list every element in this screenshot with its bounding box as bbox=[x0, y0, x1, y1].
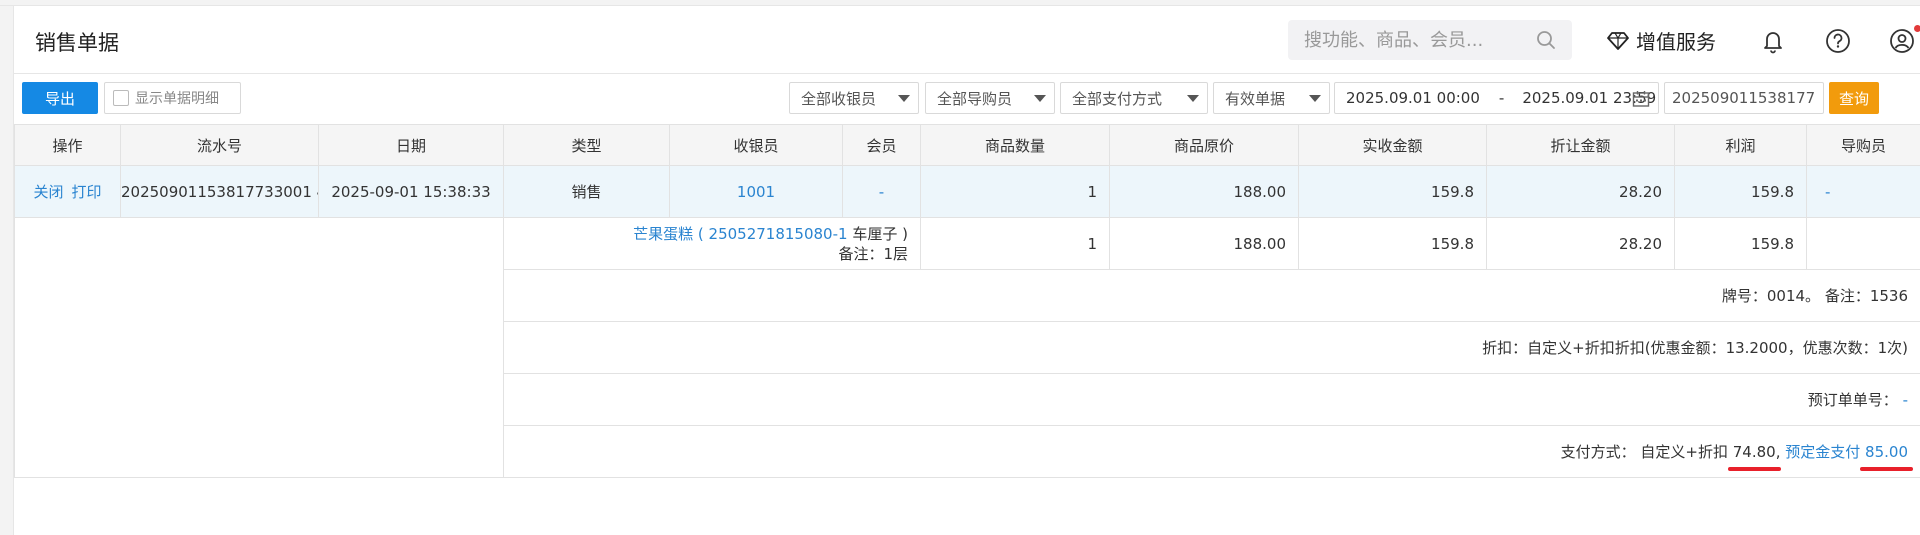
payment-select[interactable]: 全部支付方式 bbox=[1060, 82, 1208, 114]
serial-cell: 20250901153817733001 4 bbox=[120, 165, 319, 218]
bell-icon[interactable] bbox=[1759, 27, 1787, 55]
discount-cell: 28.20 bbox=[1486, 165, 1675, 218]
calendar-icon[interactable] bbox=[1632, 90, 1650, 108]
guide-select-value: 全部导购员 bbox=[937, 89, 1013, 108]
search-input[interactable] bbox=[1304, 29, 1524, 51]
guide-select[interactable]: 全部导购员 bbox=[925, 82, 1055, 114]
payment-cell: 支付方式： 自定义+折扣 74.80, 预定金支付 85.00 bbox=[503, 425, 1920, 478]
serial-search-input[interactable] bbox=[1664, 82, 1824, 114]
user-avatar-icon[interactable] bbox=[1888, 27, 1916, 55]
item-paren-close: ) bbox=[902, 224, 908, 243]
item-original-price-cell: 188.00 bbox=[1109, 217, 1299, 270]
qty-cell: 1 bbox=[920, 165, 1110, 218]
row-actions: 关闭 打印 bbox=[14, 165, 121, 218]
profit-cell: 159.8 bbox=[1674, 165, 1807, 218]
sales-table: 操作 流水号 日期 类型 收银员 会员 商品数量 商品原价 实收金额 折让金额 … bbox=[14, 124, 1920, 478]
col-header-member: 会员 bbox=[842, 124, 921, 166]
notification-dot bbox=[1914, 25, 1920, 32]
chevron-down-icon bbox=[1034, 95, 1046, 102]
plate-note-cell: 牌号：0014。 备注：1536 bbox=[503, 269, 1920, 322]
item-paren-open: ( bbox=[697, 224, 704, 243]
item-note: 备注：1层 bbox=[838, 244, 908, 263]
member-cell[interactable]: - bbox=[842, 165, 921, 218]
col-header-discount: 折让金额 bbox=[1486, 124, 1675, 166]
table-header-row: 操作 流水号 日期 类型 收银员 会员 商品数量 商品原价 实收金额 折让金额 … bbox=[14, 124, 1920, 166]
payment-select-value: 全部支付方式 bbox=[1072, 89, 1163, 108]
col-header-actions: 操作 bbox=[14, 124, 121, 166]
chevron-down-icon bbox=[1187, 95, 1199, 102]
col-header-qty: 商品数量 bbox=[920, 124, 1110, 166]
show-details-label: 显示单据明细 bbox=[135, 91, 219, 107]
col-header-original-price: 商品原价 bbox=[1109, 124, 1299, 166]
date-cell: 2025-09-01 15:38:33 bbox=[318, 165, 504, 218]
item-spec: 车厘子 bbox=[852, 224, 898, 243]
discount-info-cell: 折扣：自定义+折扣折扣(优惠金额：13.2000，优惠次数：1次) bbox=[503, 321, 1920, 374]
date-range-picker[interactable]: 2025.09.01 00:00 - 2025.09.01 23:59 bbox=[1334, 82, 1659, 114]
chevron-down-icon bbox=[1309, 95, 1321, 102]
item-name-link[interactable]: 芒果蛋糕 bbox=[633, 225, 693, 243]
date-separator: - bbox=[1498, 89, 1505, 107]
filter-toolbar: 导出 显示单据明细 全部收银员 全部导购员 全部支付方式 有效单据 2025.0… bbox=[14, 73, 1920, 124]
status-select-value: 有效单据 bbox=[1225, 89, 1286, 108]
guide-cell[interactable]: - bbox=[1806, 165, 1920, 218]
search-icon[interactable] bbox=[1536, 30, 1556, 50]
item-row: 芒果蛋糕 ( 2505271815080-1 车厘子 ) 备注：1层 1 188… bbox=[14, 217, 1920, 478]
payment-method-2[interactable]: 预定金支付 bbox=[1785, 443, 1860, 461]
item-discount-cell: 28.20 bbox=[1486, 217, 1675, 270]
diamond-icon bbox=[1607, 31, 1629, 50]
item-detail-cell: 芒果蛋糕 ( 2505271815080-1 车厘子 ) 备注：1层 bbox=[503, 217, 921, 270]
value-added-service-label: 增值服务 bbox=[1636, 30, 1716, 54]
global-search[interactable] bbox=[1288, 20, 1572, 60]
cashier-select[interactable]: 全部收银员 bbox=[789, 82, 919, 114]
preorder-value[interactable]: - bbox=[1903, 391, 1908, 409]
value-added-service-button[interactable]: 增值服务 bbox=[1606, 26, 1716, 55]
chevron-down-icon bbox=[898, 95, 910, 102]
payment-amount-1: 74.80 bbox=[1727, 443, 1781, 471]
show-details-toggle[interactable]: 显示单据明细 bbox=[104, 82, 241, 114]
detail-spacer bbox=[14, 217, 504, 478]
print-link[interactable]: 打印 bbox=[72, 183, 102, 201]
export-button[interactable]: 导出 bbox=[22, 82, 98, 114]
payment-comma: , bbox=[1775, 443, 1781, 461]
item-guide-cell bbox=[1806, 217, 1920, 270]
col-header-profit: 利润 bbox=[1674, 124, 1807, 166]
cashier-select-value: 全部收银员 bbox=[801, 89, 877, 108]
payment-method-1: 自定义+折扣 bbox=[1640, 443, 1728, 461]
col-header-type: 类型 bbox=[503, 124, 670, 166]
item-profit-cell: 159.8 bbox=[1674, 217, 1807, 270]
cashier-cell[interactable]: 1001 bbox=[669, 165, 843, 218]
status-select[interactable]: 有效单据 bbox=[1213, 82, 1330, 114]
date-start[interactable]: 2025.09.01 00:00 bbox=[1346, 89, 1480, 107]
preorder-cell: 预订单单号： - bbox=[503, 373, 1920, 426]
item-qty-cell: 1 bbox=[920, 217, 1110, 270]
query-button[interactable]: 查询 bbox=[1829, 82, 1879, 114]
close-link[interactable]: 关闭 bbox=[33, 183, 63, 201]
col-header-guide: 导购员 bbox=[1806, 124, 1920, 166]
col-header-received: 实收金额 bbox=[1298, 124, 1487, 166]
payment-amount-2: 85.00 bbox=[1860, 443, 1913, 471]
preorder-label: 预订单单号： bbox=[1807, 391, 1898, 409]
received-cell: 159.8 bbox=[1298, 165, 1487, 218]
table-row[interactable]: 关闭 打印 20250901153817733001 4 2025-09-01 1… bbox=[14, 165, 1920, 218]
page-title: 销售单据 bbox=[35, 31, 119, 55]
col-header-serial: 流水号 bbox=[120, 124, 319, 166]
checkbox[interactable] bbox=[113, 90, 129, 106]
col-header-cashier: 收银员 bbox=[669, 124, 843, 166]
item-received-cell: 159.8 bbox=[1298, 217, 1487, 270]
page-header: 销售单据 增值服务 bbox=[14, 7, 1920, 73]
top-border bbox=[0, 0, 1920, 6]
type-cell: 销售 bbox=[503, 165, 670, 218]
original-price-cell: 188.00 bbox=[1109, 165, 1299, 218]
help-icon[interactable] bbox=[1824, 27, 1852, 55]
col-header-date: 日期 bbox=[318, 124, 504, 166]
payment-label: 支付方式： bbox=[1560, 443, 1636, 461]
left-edge bbox=[0, 6, 14, 535]
item-code: 2505271815080-1 bbox=[708, 224, 848, 243]
